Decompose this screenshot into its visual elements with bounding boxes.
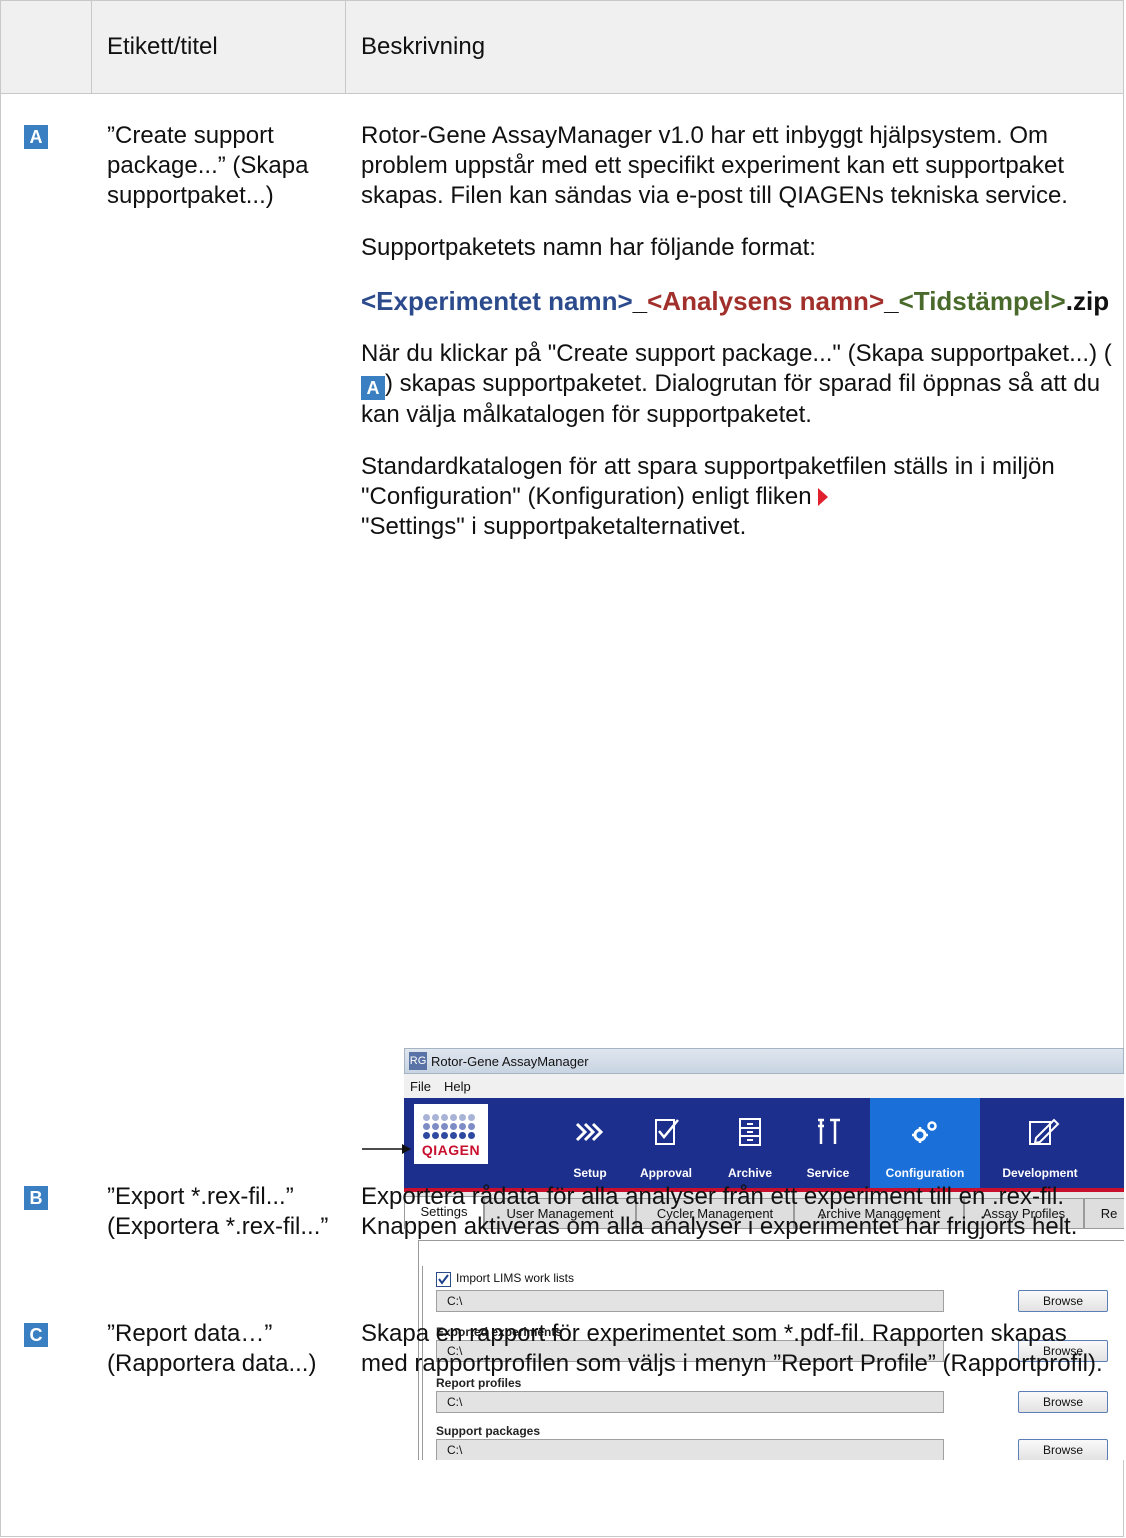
nav-service-label: Service: [806, 1166, 850, 1180]
paragraph-text: Standardkatalogen för att spara supportp…: [361, 453, 1055, 510]
paragraph: Skapa en rapport för experimentet som *.…: [361, 1320, 1103, 1377]
nav-setup-label: Setup: [573, 1166, 607, 1180]
logo-dot: [423, 1132, 430, 1139]
nav-development-label: Development: [1002, 1166, 1078, 1180]
nav-approval[interactable]: Approval: [626, 1098, 706, 1188]
logo-dot: [459, 1123, 466, 1130]
logo-dot: [468, 1114, 475, 1121]
logo-dot: [441, 1114, 448, 1121]
paragraph: Standardkatalogen för att spara supportp…: [361, 452, 1117, 542]
row-description-a: Rotor-Gene AssayManager v1.0 har ett inb…: [361, 121, 1117, 564]
nav-configuration[interactable]: Configuration: [870, 1098, 980, 1188]
format-separator: _: [884, 286, 899, 316]
import-lims-label: Import LIMS work lists: [456, 1271, 575, 1285]
logo-dot: [468, 1132, 475, 1139]
paragraph: Knappen aktiveras om alla analyser i exp…: [361, 1213, 1078, 1240]
logo-dots: [423, 1114, 479, 1140]
archive-icon: [739, 1118, 761, 1146]
service-icon: [818, 1118, 840, 1144]
checkmark-icon: [438, 1274, 449, 1285]
logo-dot: [468, 1123, 475, 1130]
logo-dot: [432, 1123, 439, 1130]
window-title: Rotor-Gene AssayManager: [431, 1054, 589, 1069]
paragraph: Exportera rådata för alla analyser från …: [361, 1183, 1064, 1210]
format-timestamp: <Tidstämpel>: [898, 286, 1066, 316]
support-packages-label: Support packages: [436, 1424, 541, 1438]
menu-file[interactable]: File: [410, 1079, 431, 1094]
report-profiles-path-field[interactable]: C:\: [436, 1391, 944, 1413]
logo-dot: [432, 1114, 439, 1121]
pointer-arrow-icon: [362, 1144, 411, 1154]
row-description-c: Skapa en rapport för experimentet som *.…: [361, 1319, 1117, 1379]
paragraph-text: "Settings" i supportpaketalternativet.: [361, 513, 747, 540]
paragraph: Supportpaketets namn har följande format…: [361, 234, 816, 261]
main-navigation: QIAGEN Setup Approval Archive Service Co…: [404, 1098, 1124, 1188]
window-titlebar: RG Rotor-Gene AssayManager: [404, 1048, 1124, 1074]
app-icon: RG: [409, 1052, 427, 1070]
nav-setup[interactable]: Setup: [550, 1098, 630, 1188]
nav-development[interactable]: Development: [990, 1098, 1090, 1188]
nav-service[interactable]: Service: [788, 1098, 868, 1188]
column-divider: [345, 1, 346, 93]
format-separator: _: [632, 286, 648, 316]
paragraph: Rotor-Gene AssayManager v1.0 har ett inb…: [361, 122, 1068, 209]
nav-approval-label: Approval: [639, 1166, 692, 1180]
gear-icon: [912, 1121, 937, 1143]
browse-button[interactable]: Browse: [1018, 1439, 1108, 1460]
link-arrow-icon[interactable]: [818, 488, 829, 506]
nav-archive-label: Archive: [727, 1166, 773, 1180]
menu-help[interactable]: Help: [444, 1079, 471, 1094]
row-label-export-rex: ”Export *.rex-fil...” (Exportera *.rex-f…: [107, 1183, 329, 1240]
import-lims-path-field[interactable]: C:\: [436, 1290, 944, 1312]
approval-icon: [655, 1119, 679, 1145]
browse-button[interactable]: Browse: [1018, 1391, 1108, 1413]
logo-dot: [450, 1123, 457, 1130]
logo-dot: [441, 1132, 448, 1139]
format-experiment-name: <Experimentet namn>: [361, 286, 633, 316]
header-label-column: Etikett/titel: [107, 33, 218, 60]
row-badge-a: A: [24, 125, 48, 149]
logo-dot: [459, 1114, 466, 1121]
paragraph-text: ) skapas supportpaketet. Dialogrutan för…: [361, 370, 1101, 428]
logo-dot: [423, 1123, 430, 1130]
logo-text: QIAGEN: [421, 1142, 481, 1158]
logo-dot: [432, 1132, 439, 1139]
row-description-b: Exportera rådata för alla analyser från …: [361, 1182, 1117, 1242]
import-lims-checkbox[interactable]: [436, 1272, 451, 1287]
header-description-column: Beskrivning: [361, 33, 486, 60]
row-badge-c: C: [24, 1323, 48, 1347]
logo-dot: [450, 1114, 457, 1121]
logo-dot: [423, 1114, 430, 1121]
logo-dot: [450, 1132, 457, 1139]
setup-icon: [575, 1122, 604, 1142]
row-badge-b: B: [24, 1186, 48, 1210]
nav-configuration-label: Configuration: [885, 1166, 965, 1180]
menu-bar: File Help: [404, 1074, 1124, 1098]
browse-button[interactable]: Browse: [1018, 1290, 1108, 1312]
nav-archive[interactable]: Archive: [710, 1098, 790, 1188]
logo-dot: [459, 1132, 466, 1139]
format-extension: .zip: [1065, 286, 1110, 316]
support-packages-path-field[interactable]: C:\: [436, 1439, 944, 1460]
qiagen-logo: QIAGEN: [414, 1104, 488, 1164]
development-icon: [1029, 1118, 1060, 1145]
embedded-screenshot: RG Rotor-Gene AssayManager File Help QIA…: [404, 1048, 1124, 1460]
format-analysis-name: <Analysens namn>: [647, 286, 885, 316]
column-divider: [91, 1, 92, 93]
file-name-format: <Experimentet namn>_<Analysens namn>_<Ti…: [361, 285, 1117, 317]
row-label-report-data: ”Report data…” (Rapportera data...): [107, 1320, 317, 1377]
inline-badge-a: A: [361, 376, 385, 400]
logo-dot: [441, 1123, 448, 1130]
row-label-create-support-package: ”Create support package...” (Skapa suppo…: [107, 122, 309, 209]
paragraph-text: När du klickar på "Create support packag…: [361, 340, 1112, 367]
paragraph: När du klickar på "Create support packag…: [361, 339, 1117, 430]
